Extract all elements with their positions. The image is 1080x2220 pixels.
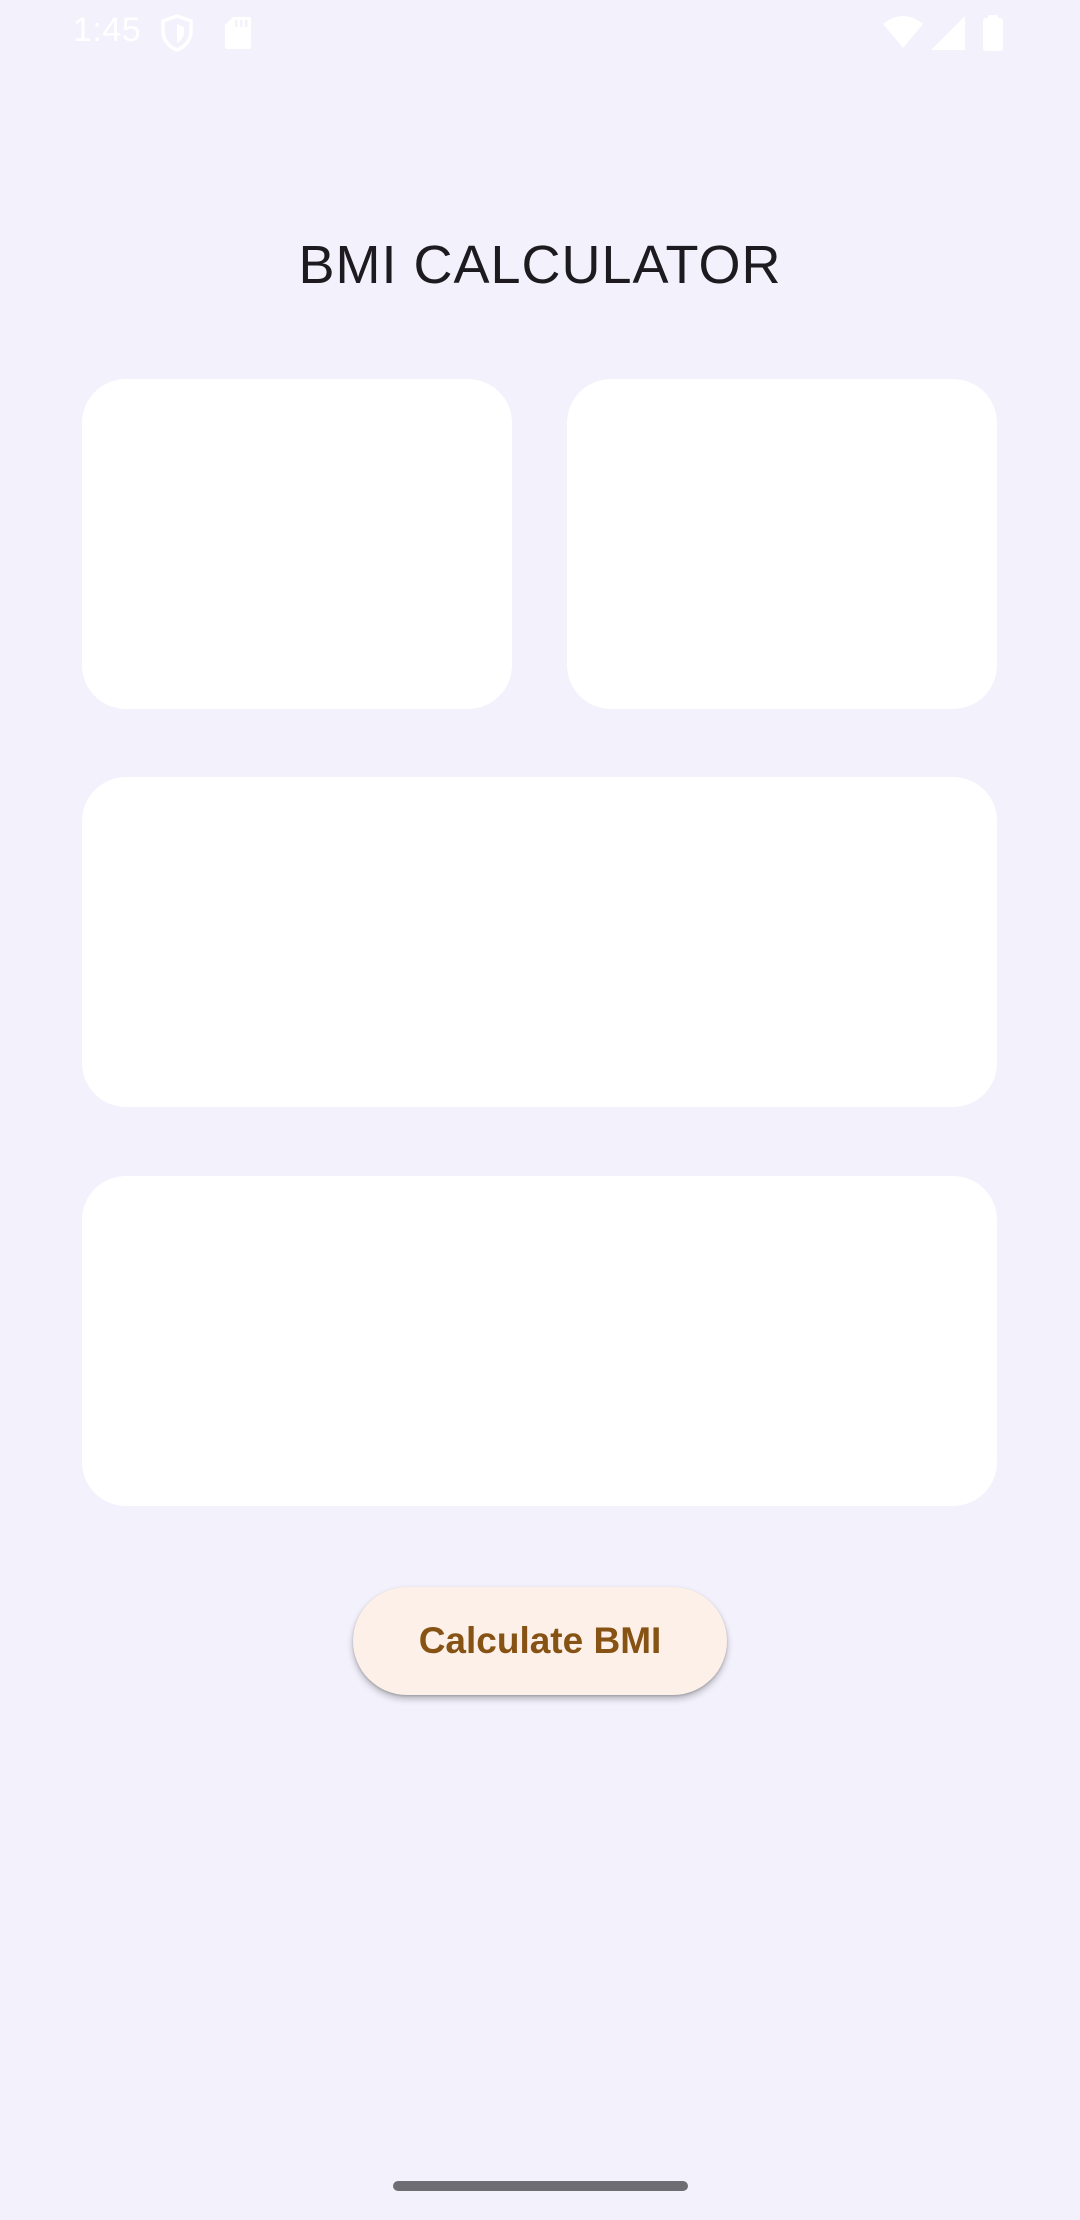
battery-icon (983, 15, 1003, 51)
calculate-bmi-button[interactable]: Calculate BMI (353, 1587, 727, 1695)
sd-card-icon (225, 17, 251, 49)
status-bar: 1:45 (0, 0, 1080, 66)
home-indicator[interactable] (393, 2181, 688, 2191)
shield-icon (161, 14, 193, 52)
height-card[interactable] (82, 777, 997, 1107)
page-title: BMI CALCULATOR (298, 235, 782, 295)
weight-age-card[interactable] (82, 1176, 997, 1506)
status-time: 1:45 (73, 11, 142, 49)
signal-icon (931, 16, 965, 50)
female-gender-card[interactable] (567, 379, 997, 709)
wifi-icon (883, 16, 923, 48)
male-gender-card[interactable] (82, 379, 512, 709)
